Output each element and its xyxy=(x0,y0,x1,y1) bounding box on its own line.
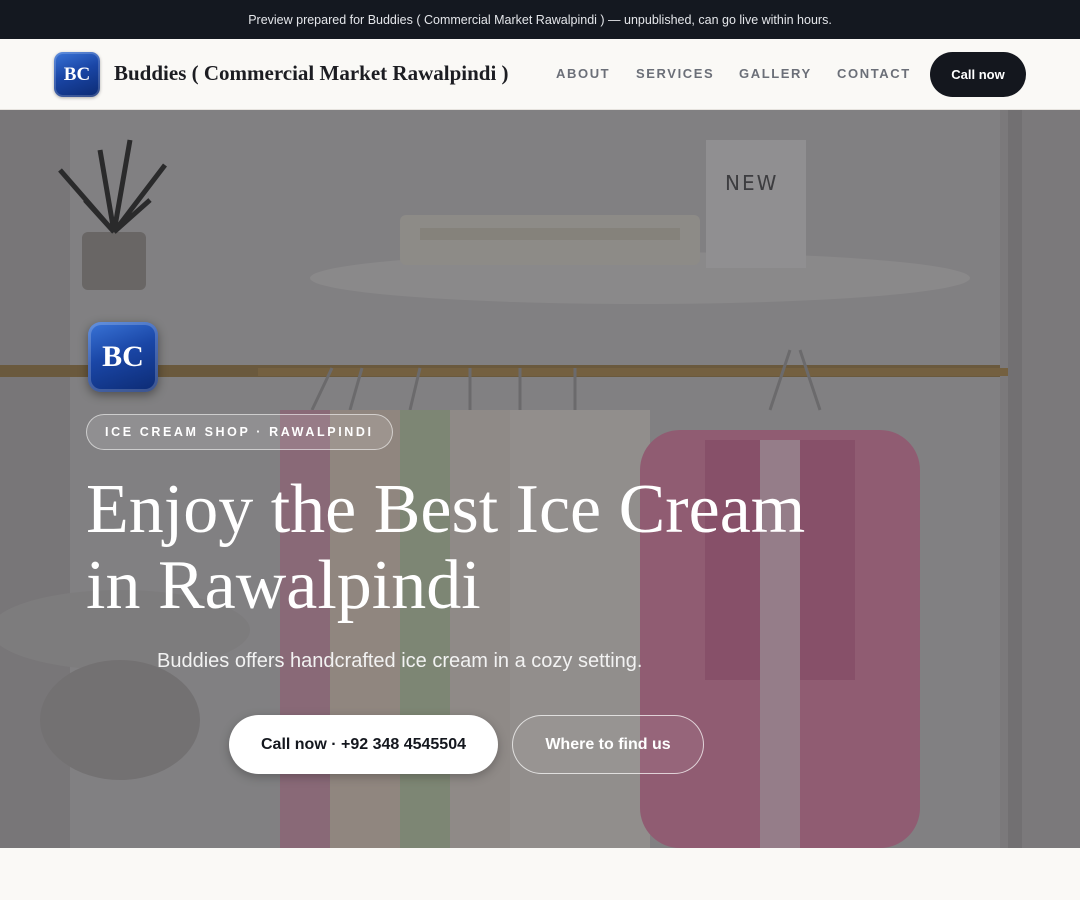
nav-link-contact[interactable]: CONTACT xyxy=(837,66,911,81)
nav-link-about[interactable]: ABOUT xyxy=(556,66,610,81)
hero-call-button[interactable]: Call now · +92 348 4545504 xyxy=(229,715,498,774)
preview-banner-text: Preview prepared for Buddies ( Commercia… xyxy=(248,12,832,27)
hero-title-line-1: Enjoy the Best Ice Cream xyxy=(86,471,806,548)
brand-logo-initials: BC xyxy=(63,63,91,85)
hero-category-tag-label: ICE CREAM SHOP · RAWALPINDI xyxy=(105,425,374,439)
hero-find-us-button[interactable]: Where to find us xyxy=(512,715,704,774)
hero-title-line-2: in Rawalpindi xyxy=(86,547,481,624)
hero-subtitle: Buddies offers handcrafted ice cream in … xyxy=(157,650,643,672)
hero-title: Enjoy the Best Ice Cream in Rawalpindi xyxy=(86,472,866,624)
nav-link-gallery[interactable]: GALLERY xyxy=(739,66,812,81)
hero-call-button-label: Call now · +92 348 4545504 xyxy=(260,735,466,753)
brand-name[interactable]: Buddies ( Commercial Market Rawalpindi ) xyxy=(114,61,509,86)
hero-find-us-button-label: Where to find us xyxy=(545,735,671,753)
nav-call-button[interactable]: Call now xyxy=(930,52,1026,97)
brand-logo[interactable]: BC xyxy=(54,52,100,97)
top-navbar: BC Buddies ( Commercial Market Rawalpind… xyxy=(0,39,1080,110)
hero-logo: BC xyxy=(88,322,158,392)
preview-banner: Preview prepared for Buddies ( Commercia… xyxy=(0,0,1080,39)
hero-logo-initials: BC xyxy=(102,340,144,373)
hero-section: NEW BC ICE CREAM SHOP · RAWALPINDI Enjoy… xyxy=(0,110,1080,848)
hero-category-tag: ICE CREAM SHOP · RAWALPINDI xyxy=(86,414,393,450)
nav-link-services[interactable]: SERVICES xyxy=(636,66,714,81)
nav-call-label: Call now xyxy=(951,67,1005,82)
